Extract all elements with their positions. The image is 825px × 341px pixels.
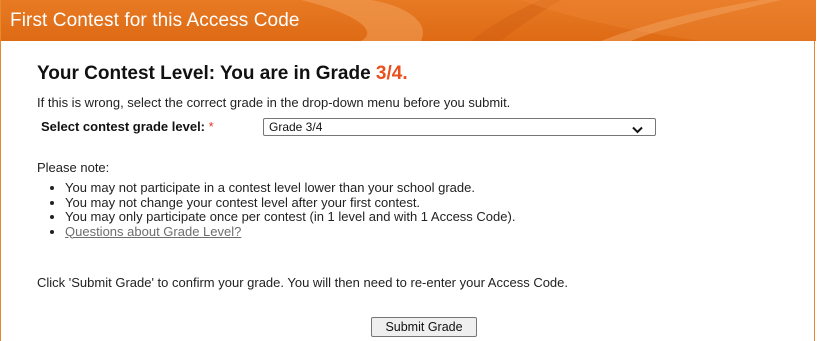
- heading-prefix: Your Contest Level: You are in Grade: [37, 63, 376, 84]
- grade-select-label-text: Select contest grade level:: [41, 119, 206, 134]
- grade-select-value: Grade 3/4: [269, 120, 323, 134]
- panel-header: First Contest for this Access Code: [1, 0, 816, 41]
- confirm-instructions: Click 'Submit Grade' to confirm your gra…: [37, 275, 569, 290]
- contest-level-panel: First Contest for this Access Code Your …: [0, 0, 816, 341]
- submit-grade-button[interactable]: Submit Grade: [371, 317, 477, 337]
- list-item: You may not participate in a contest lev…: [65, 180, 515, 196]
- list-item: Questions about Grade Level?: [65, 224, 515, 240]
- grade-level-questions-link[interactable]: Questions about Grade Level?: [65, 224, 241, 239]
- panel-title: First Contest for this Access Code: [10, 10, 300, 31]
- list-item: You may only participate once per contes…: [65, 209, 515, 225]
- grade-select[interactable]: Grade 3/4: [263, 118, 656, 136]
- chevron-down-icon: [632, 123, 643, 137]
- grade-select-label: Select contest grade level: *: [41, 119, 214, 134]
- contest-level-heading: Your Contest Level: You are in Grade 3/4…: [37, 63, 408, 85]
- list-item: You may not change your contest level af…: [65, 195, 515, 211]
- notes-list: You may not participate in a contest lev…: [37, 180, 515, 240]
- current-grade: 3/4.: [375, 63, 408, 84]
- note-title: Please note:: [37, 160, 110, 175]
- required-mark: *: [208, 119, 214, 134]
- grade-hint: If this is wrong, select the correct gra…: [37, 95, 511, 110]
